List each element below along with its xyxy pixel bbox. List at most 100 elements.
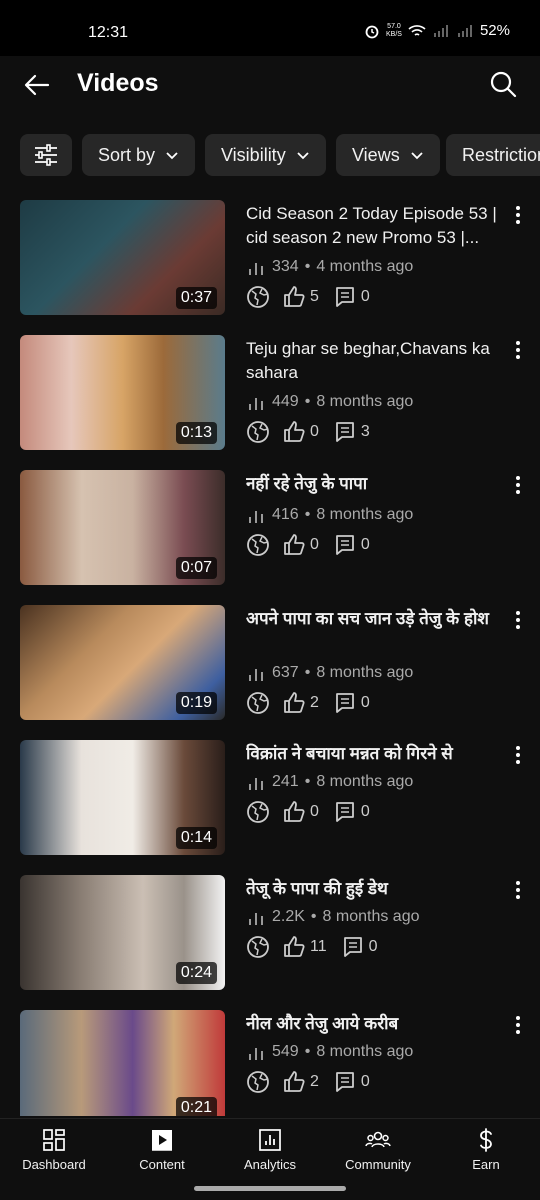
meta-separator: • xyxy=(304,773,311,790)
views-bars-icon xyxy=(249,778,263,790)
video-meta: 637 • 8 months ago xyxy=(246,664,413,682)
gesture-home-bar[interactable] xyxy=(194,1186,346,1191)
thumbs-up-icon xyxy=(284,936,305,957)
video-thumbnail[interactable]: 0:19 xyxy=(20,605,225,720)
comment-icon xyxy=(336,422,354,442)
video-row[interactable]: 0:37 Cid Season 2 Today Episode 53 | cid… xyxy=(0,196,540,316)
thumbs-up-icon xyxy=(284,421,305,442)
meta-separator: • xyxy=(310,908,317,925)
video-thumbnail[interactable]: 0:13 xyxy=(20,335,225,450)
video-title[interactable]: विक्रांत ने बचाया मन्नत को गिरने से xyxy=(246,742,508,766)
video-thumbnail[interactable]: 0:24 xyxy=(20,875,225,990)
community-icon xyxy=(365,1131,391,1148)
more-options-icon[interactable] xyxy=(510,744,526,766)
video-thumbnail[interactable]: 0:37 xyxy=(20,200,225,315)
nav-dashboard[interactable]: Dashboard xyxy=(0,1127,108,1172)
video-title[interactable]: नहीं रहे तेजु के पापा xyxy=(246,472,508,496)
chevron-down-icon xyxy=(411,152,423,160)
video-duration: 0:13 xyxy=(175,422,217,444)
network-speed-unit: KB/S xyxy=(386,30,402,38)
signal-icon-2 xyxy=(457,24,472,37)
comment-icon xyxy=(336,535,354,555)
video-duration: 0:24 xyxy=(175,962,217,984)
meta-separator: • xyxy=(304,506,311,523)
video-row[interactable]: 0:07 नहीं रहे तेजु के पापा 416 • 8 months … xyxy=(0,466,540,586)
more-options-icon[interactable] xyxy=(510,1014,526,1036)
thumbs-up-icon xyxy=(284,801,305,822)
restrictions-chip[interactable]: Restrictions xyxy=(446,134,540,176)
back-arrow-icon[interactable] xyxy=(22,70,52,100)
status-icons: 57.0 KB/S 52% xyxy=(364,22,510,39)
filter-settings-button[interactable] xyxy=(20,134,72,176)
nav-earn[interactable]: Earn xyxy=(432,1127,540,1172)
view-count: 2.2K xyxy=(272,908,305,925)
video-list: 0:37 Cid Season 2 Today Episode 53 | cid… xyxy=(0,196,540,1116)
comment-count: 0 xyxy=(360,536,370,553)
view-count: 241 xyxy=(272,773,299,790)
video-stats: 0 3 xyxy=(246,420,384,444)
video-stats: 2 0 xyxy=(246,691,384,715)
views-chip[interactable]: Views xyxy=(336,134,440,176)
video-title[interactable]: Teju ghar se beghar,Chavans ka sahara xyxy=(246,337,508,385)
restrictions-label: Restrictions xyxy=(462,144,540,165)
thumbs-up-icon xyxy=(284,534,305,555)
video-duration: 0:37 xyxy=(175,287,217,309)
video-meta: 549 • 8 months ago xyxy=(246,1043,413,1061)
nav-community[interactable]: Community xyxy=(324,1127,432,1172)
views-bars-icon xyxy=(249,913,263,925)
video-title[interactable]: नील और तेजु आये करीब xyxy=(246,1012,508,1036)
video-meta: 334 • 4 months ago xyxy=(246,258,413,276)
video-row[interactable]: 0:19 अपने पापा का सच जान उड़े तेजु के हो… xyxy=(0,601,540,721)
more-options-icon[interactable] xyxy=(510,339,526,361)
view-count: 334 xyxy=(272,258,299,275)
views-bars-icon xyxy=(249,669,263,681)
video-duration: 0:19 xyxy=(175,692,217,714)
video-thumbnail[interactable]: 0:21 xyxy=(20,1010,225,1116)
chevron-down-icon xyxy=(166,152,178,160)
chevron-down-icon xyxy=(297,152,309,160)
battery-level: 52% xyxy=(479,22,510,39)
comment-icon xyxy=(336,1072,354,1092)
nav-content-label: Content xyxy=(139,1157,185,1172)
video-meta: 2.2K • 8 months ago xyxy=(246,908,419,926)
view-count: 637 xyxy=(272,664,299,681)
more-options-icon[interactable] xyxy=(510,609,526,631)
meta-separator: • xyxy=(304,258,311,275)
video-duration: 0:14 xyxy=(175,827,217,849)
wifi-icon xyxy=(408,24,426,36)
video-row[interactable]: 0:24 तेजू के पापा की हुई डेथ 2.2K • 8 mont… xyxy=(0,871,540,991)
comment-icon xyxy=(336,802,354,822)
upload-age: 8 months ago xyxy=(316,1043,414,1060)
sliders-icon xyxy=(35,144,57,166)
video-duration: 0:07 xyxy=(175,557,217,579)
views-bars-icon xyxy=(249,511,263,523)
more-options-icon[interactable] xyxy=(510,204,526,226)
video-thumbnail[interactable]: 0:14 xyxy=(20,740,225,855)
video-meta: 241 • 8 months ago xyxy=(246,773,413,791)
video-row[interactable]: 0:14 विक्रांत ने बचाया मन्नत को गिरने से… xyxy=(0,736,540,856)
filter-chips: Sort by Visibility Views Restrictions xyxy=(20,134,540,176)
nav-analytics[interactable]: Analytics xyxy=(216,1127,324,1172)
visibility-label: Visibility xyxy=(221,144,286,165)
video-title[interactable]: तेजू के पापा की हुई डेथ xyxy=(246,877,508,901)
visibility-chip[interactable]: Visibility xyxy=(205,134,326,176)
more-options-icon[interactable] xyxy=(510,474,526,496)
comment-count: 0 xyxy=(360,803,370,820)
video-stats: 0 0 xyxy=(246,800,384,824)
video-row[interactable]: 0:21 नील और तेजु आये करीब 549 • 8 months a… xyxy=(0,1006,540,1116)
video-title[interactable]: अपने पापा का सच जान उड़े तेजु के होश xyxy=(246,607,508,631)
video-thumbnail[interactable]: 0:07 xyxy=(20,470,225,585)
more-options-icon[interactable] xyxy=(510,879,526,901)
view-count: 549 xyxy=(272,1043,299,1060)
nav-content[interactable]: Content xyxy=(108,1127,216,1172)
video-row[interactable]: 0:13 Teju ghar se beghar,Chavans ka saha… xyxy=(0,331,540,451)
globe-icon xyxy=(247,936,269,958)
nav-dashboard-label: Dashboard xyxy=(22,1157,86,1172)
bottom-navigation: Dashboard Content Analytics Community Ea… xyxy=(0,1118,540,1178)
nav-community-label: Community xyxy=(345,1157,411,1172)
upload-age: 8 months ago xyxy=(316,506,414,523)
sort-by-chip[interactable]: Sort by xyxy=(82,134,196,176)
video-title[interactable]: Cid Season 2 Today Episode 53 | cid seas… xyxy=(246,202,508,250)
video-stats: 0 0 xyxy=(246,533,384,557)
search-icon[interactable] xyxy=(488,69,518,99)
